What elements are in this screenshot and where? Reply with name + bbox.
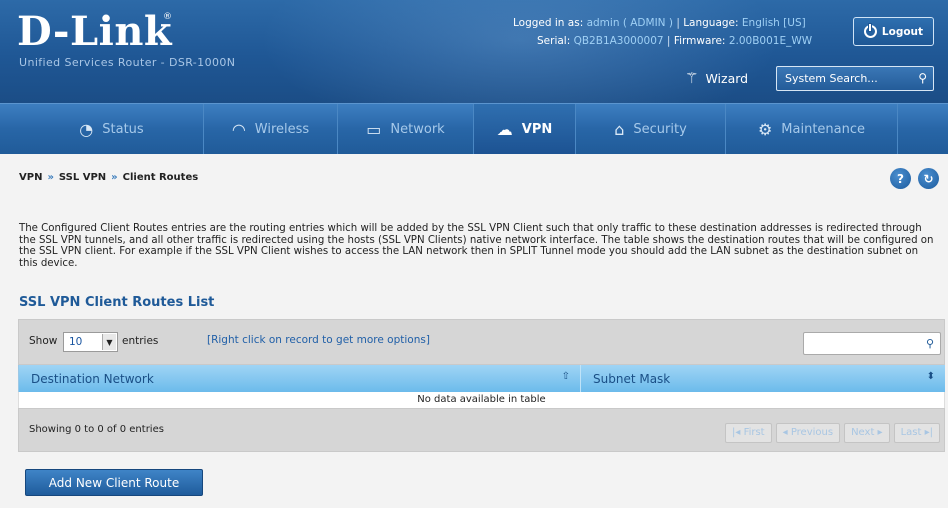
nav-item-security[interactable]: ⌂ Security xyxy=(575,104,725,155)
column-label: Destination Network xyxy=(31,372,154,386)
wifi-icon: ◠ xyxy=(231,120,246,139)
nav-item-vpn[interactable]: ☁ VPN xyxy=(473,104,575,155)
first-label: First xyxy=(743,427,765,438)
breadcrumb-bar: VPN » SSL VPN » Client Routes ? ↻ xyxy=(0,154,948,201)
table-toolbar: Show 10 ▼ entries [Right click on record… xyxy=(18,319,945,365)
system-search-placeholder: System Search... xyxy=(785,72,878,85)
logout-label: Logout xyxy=(881,25,924,38)
wizard-label: Wizard xyxy=(705,70,749,86)
page-description: The Configured Client Routes entries are… xyxy=(19,223,934,269)
gears-icon: ⚙ xyxy=(757,120,773,139)
power-icon xyxy=(863,24,877,38)
app-header: D-Link ® Unified Services Router - DSR-1… xyxy=(0,0,948,103)
nav-item-maintenance[interactable]: ⚙ Maintenance xyxy=(725,104,897,155)
registered-mark: ® xyxy=(163,12,172,22)
header-separator: | xyxy=(666,35,674,47)
nav-divider xyxy=(897,104,948,155)
table-footer: Showing 0 to 0 of 0 entries |◂ First ◂ P… xyxy=(18,408,945,452)
column-label: Subnet Mask xyxy=(593,372,671,386)
device-subtitle: Unified Services Router - DSR-1000N xyxy=(19,56,236,69)
empty-table-row: No data available in table xyxy=(18,392,945,408)
language-value[interactable]: English [US] xyxy=(742,17,806,29)
sort-up-icon[interactable]: ⇧ xyxy=(562,371,570,382)
logout-button[interactable]: Logout xyxy=(853,17,934,46)
nav-item-wireless[interactable]: ◠ Wireless xyxy=(203,104,337,155)
nav-label: Status xyxy=(102,122,144,137)
nav-item-network[interactable]: ▭ Network xyxy=(337,104,473,155)
page-size-select[interactable]: 10 ▼ xyxy=(63,332,118,352)
next-page-button[interactable]: Next ▸ xyxy=(844,423,890,443)
pagination: |◂ First ◂ Previous Next ▸ Last ▸| xyxy=(724,423,940,443)
main-nav: ◔ Status ◠ Wireless ▭ Network ☁ VPN ⌂ Se… xyxy=(0,103,948,155)
breadcrumb: VPN » SSL VPN » Client Routes xyxy=(19,172,198,183)
cloud-lock-icon: ☁ xyxy=(496,120,513,139)
column-destination-network[interactable]: Destination Network ⇧ xyxy=(19,365,581,392)
breadcrumb-item-current: Client Routes xyxy=(122,172,199,183)
previous-page-button[interactable]: ◂ Previous xyxy=(775,423,841,443)
breadcrumb-separator: » xyxy=(47,172,54,183)
login-info: Logged in as: admin ( ADMIN ) | Language… xyxy=(513,17,806,29)
monitor-icon: ▭ xyxy=(366,120,382,139)
previous-label: Previous xyxy=(790,427,834,438)
last-page-button[interactable]: Last ▸| xyxy=(893,423,940,443)
client-routes-table: Show 10 ▼ entries [Right click on record… xyxy=(18,319,945,452)
logged-in-user: admin ( ADMIN ) xyxy=(586,17,673,29)
table-header: Destination Network ⇧ Subnet Mask ⬍ xyxy=(18,365,945,392)
firmware-value: 2.00B001E_WW xyxy=(728,35,813,47)
logged-in-label: Logged in as: xyxy=(513,17,584,29)
nav-label: Security xyxy=(633,122,687,137)
lock-icon: ⌂ xyxy=(614,120,625,139)
breadcrumb-separator: » xyxy=(111,172,118,183)
next-label: Next xyxy=(851,427,875,438)
serial-label: Serial: xyxy=(537,35,571,47)
header-glow xyxy=(260,0,780,103)
firmware-label: Firmware: xyxy=(673,35,726,47)
list-title: SSL VPN Client Routes List xyxy=(19,295,215,310)
breadcrumb-item[interactable]: SSL VPN xyxy=(59,172,106,183)
dashboard-icon: ◔ xyxy=(79,120,94,139)
entries-label: entries xyxy=(122,335,159,347)
table-search-input[interactable]: ⚲ xyxy=(803,332,941,355)
magic-wand-icon: ⚚ xyxy=(685,69,699,87)
sort-both-icon[interactable]: ⬍ xyxy=(927,371,935,382)
add-client-route-button[interactable]: Add New Client Route xyxy=(25,469,203,496)
first-page-button[interactable]: |◂ First xyxy=(724,423,772,443)
device-info: Serial: QB2B1A3000007 | Firmware: 2.00B0… xyxy=(537,35,812,47)
main-content: The Configured Client Routes entries are… xyxy=(0,201,948,508)
nav-label: Maintenance xyxy=(781,122,866,137)
serial-value: QB2B1A3000007 xyxy=(573,35,664,47)
system-search-input[interactable]: System Search... ⚲ xyxy=(776,66,934,91)
language-label: Language: xyxy=(683,17,739,29)
right-click-hint: [Right click on record to get more optio… xyxy=(207,334,430,346)
chevron-down-icon[interactable]: ▼ xyxy=(102,334,116,350)
showing-info: Showing 0 to 0 of 0 entries xyxy=(29,424,164,435)
nav-label: VPN xyxy=(521,122,553,137)
search-icon[interactable]: ⚲ xyxy=(918,71,927,85)
show-label: Show xyxy=(29,335,58,347)
search-icon[interactable]: ⚲ xyxy=(926,337,934,350)
page-size-value: 10 xyxy=(69,336,83,348)
wizard-link[interactable]: ⚚ Wizard xyxy=(685,69,748,87)
nav-item-status[interactable]: ◔ Status xyxy=(20,104,203,155)
last-label: Last xyxy=(900,427,922,438)
nav-label: Network xyxy=(390,122,445,137)
refresh-icon[interactable]: ↻ xyxy=(918,168,939,189)
dlink-logo[interactable]: D-Link xyxy=(17,8,172,55)
help-icon[interactable]: ? xyxy=(890,168,911,189)
breadcrumb-item[interactable]: VPN xyxy=(19,172,42,183)
column-subnet-mask[interactable]: Subnet Mask ⬍ xyxy=(581,365,945,392)
nav-label: Wireless xyxy=(254,122,310,137)
